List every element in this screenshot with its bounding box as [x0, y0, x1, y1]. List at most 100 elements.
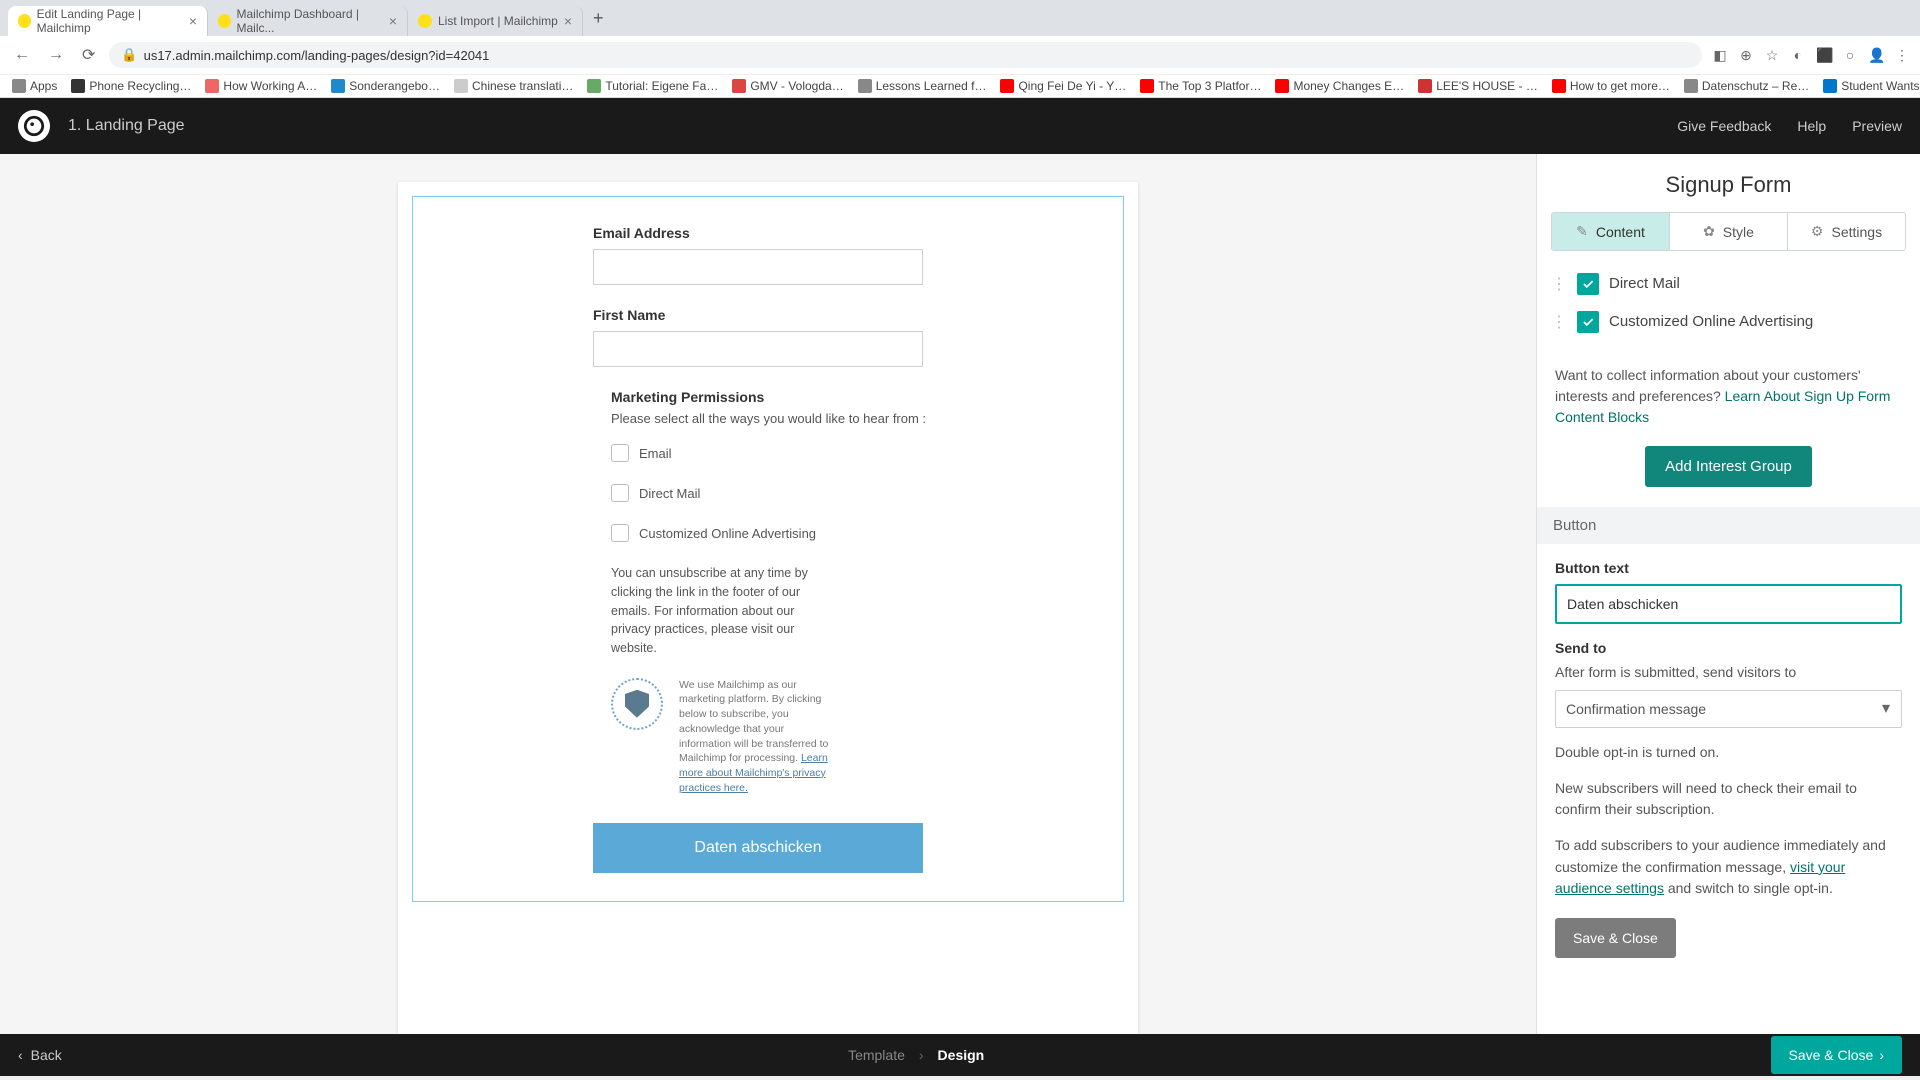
- permission-option[interactable]: Email: [611, 444, 943, 462]
- reload-icon[interactable]: ⟳: [78, 45, 99, 65]
- permissions-subtitle: Please select all the ways you would lik…: [611, 411, 943, 426]
- sidebar-tab-group: ✎ Content ✿ Style ⚙ Settings: [1551, 212, 1906, 251]
- bookmark-item[interactable]: Chinese translati…: [454, 79, 573, 93]
- brush-icon: ✿: [1703, 223, 1715, 240]
- email-input[interactable]: [593, 249, 923, 285]
- drag-handle-icon[interactable]: ⋮: [1551, 274, 1567, 294]
- step-template[interactable]: Template: [848, 1047, 905, 1063]
- star-icon[interactable]: ☆: [1764, 47, 1780, 64]
- url-text: us17.admin.mailchimp.com/landing-pages/d…: [144, 48, 490, 63]
- permission-row[interactable]: ⋮ Direct Mail: [1537, 265, 1920, 303]
- footer-bar: ‹ Back Template › Design Save & Close›: [0, 1034, 1920, 1076]
- chevron-right-icon: ›: [919, 1047, 924, 1063]
- landing-page-canvas: Email Address First Name Marketing Permi…: [398, 182, 1138, 1034]
- bookmark-item[interactable]: Datenschutz – Re…: [1684, 79, 1809, 93]
- browser-tab[interactable]: Mailchimp Dashboard | Mailc... ×: [208, 6, 408, 36]
- signup-form-block[interactable]: Email Address First Name Marketing Permi…: [412, 196, 1124, 902]
- menu-icon[interactable]: ⋮: [1894, 47, 1910, 64]
- extension-icon[interactable]: ⊕: [1738, 47, 1754, 64]
- chevron-left-icon: ‹: [18, 1047, 23, 1063]
- lock-icon: 🔒: [121, 47, 137, 63]
- opt-in-detail: New subscribers will need to check their…: [1537, 764, 1920, 821]
- email-label: Email Address: [593, 225, 943, 241]
- back-icon[interactable]: ←: [10, 46, 34, 64]
- button-text-input[interactable]: [1555, 584, 1902, 624]
- mailchimp-logo-icon[interactable]: [18, 110, 50, 142]
- extension-icons: ◧ ⊕ ☆ ◐ ⬛ ○ 👤 ⋮: [1712, 47, 1910, 64]
- bookmark-item[interactable]: Apps: [12, 79, 57, 93]
- canvas-area: Email Address First Name Marketing Permi…: [0, 154, 1536, 1034]
- permission-option[interactable]: Customized Online Advertising: [611, 524, 943, 542]
- back-button[interactable]: Back: [31, 1047, 62, 1063]
- permission-option[interactable]: Direct Mail: [611, 484, 943, 502]
- bookmark-item[interactable]: The Top 3 Platfor…: [1140, 79, 1261, 93]
- send-to-select[interactable]: Confirmation message: [1555, 690, 1902, 728]
- bookmark-item[interactable]: Qing Fei De Yi - Y…: [1000, 79, 1126, 93]
- app-header: 1. Landing Page Give Feedback Help Previ…: [0, 98, 1920, 154]
- bookmark-item[interactable]: LEE'S HOUSE - …: [1418, 79, 1538, 93]
- tab-style[interactable]: ✿ Style: [1670, 213, 1788, 250]
- save-close-button[interactable]: Save & Close›: [1771, 1036, 1903, 1074]
- close-icon[interactable]: ×: [189, 13, 197, 29]
- checkbox-icon[interactable]: [611, 444, 629, 462]
- tab-label: Edit Landing Page | Mailchimp: [37, 7, 183, 35]
- step-design[interactable]: Design: [938, 1047, 985, 1063]
- url-input[interactable]: 🔒 us17.admin.mailchimp.com/landing-pages…: [109, 42, 1702, 68]
- drag-handle-icon[interactable]: ⋮: [1551, 312, 1567, 332]
- give-feedback-link[interactable]: Give Feedback: [1677, 118, 1771, 134]
- extension-icon[interactable]: ⬛: [1816, 47, 1832, 64]
- submit-button[interactable]: Daten abschicken: [593, 823, 923, 873]
- tab-label: List Import | Mailchimp: [438, 14, 558, 28]
- send-to-label: Send to: [1555, 640, 1902, 656]
- bookmark-item[interactable]: Sonderangebo…: [331, 79, 440, 93]
- address-bar: ← → ⟳ 🔒 us17.admin.mailchimp.com/landing…: [0, 36, 1920, 74]
- pencil-icon: ✎: [1576, 223, 1588, 240]
- bookmarks-bar: Apps Phone Recycling… How Working A… Son…: [0, 74, 1920, 97]
- browser-tab[interactable]: Edit Landing Page | Mailchimp ×: [8, 6, 208, 36]
- info-text: Want to collect information about your c…: [1537, 341, 1920, 442]
- chevron-right-icon: ›: [1879, 1047, 1884, 1063]
- shield-badge-icon: [611, 678, 663, 730]
- checkbox-icon[interactable]: [611, 484, 629, 502]
- bookmark-item[interactable]: How to get more…: [1552, 79, 1670, 93]
- bookmark-item[interactable]: Student Wants an…: [1823, 79, 1920, 93]
- save-close-sidebar-button[interactable]: Save & Close: [1555, 918, 1676, 958]
- breadcrumb: 1. Landing Page: [68, 117, 185, 135]
- permissions-title: Marketing Permissions: [611, 389, 943, 405]
- checkbox-icon[interactable]: [611, 524, 629, 542]
- forward-icon[interactable]: →: [44, 46, 68, 64]
- close-icon[interactable]: ×: [564, 13, 572, 29]
- gear-icon: ⚙: [1811, 223, 1824, 240]
- help-link[interactable]: Help: [1797, 118, 1826, 134]
- disclaimer-text: We use Mailchimp as our marketing platfo…: [679, 678, 833, 796]
- browser-tab[interactable]: List Import | Mailchimp ×: [408, 6, 583, 36]
- avatar-icon[interactable]: 👤: [1868, 47, 1884, 64]
- extension-icon[interactable]: ○: [1842, 47, 1858, 64]
- mailchimp-favicon: [218, 14, 231, 28]
- checkbox-checked-icon[interactable]: [1577, 311, 1599, 333]
- sidebar-title: Signup Form: [1537, 154, 1920, 212]
- mailchimp-favicon: [418, 14, 432, 28]
- extension-icon[interactable]: ◐: [1790, 47, 1806, 64]
- bookmark-item[interactable]: Lessons Learned f…: [858, 79, 987, 93]
- bookmark-item[interactable]: How Working A…: [205, 79, 317, 93]
- bookmark-item[interactable]: GMV - Vologda…: [732, 79, 843, 93]
- tab-settings[interactable]: ⚙ Settings: [1788, 213, 1905, 250]
- permission-row[interactable]: ⋮ Customized Online Advertising: [1537, 303, 1920, 341]
- bookmark-item[interactable]: Phone Recycling…: [71, 79, 191, 93]
- close-icon[interactable]: ×: [389, 13, 397, 29]
- audience-hint: To add subscribers to your audience imme…: [1537, 821, 1920, 900]
- bookmark-item[interactable]: Money Changes E…: [1275, 79, 1404, 93]
- bookmark-item[interactable]: Tutorial: Eigene Fa…: [587, 79, 718, 93]
- send-to-sub: After form is submitted, send visitors t…: [1555, 664, 1902, 680]
- new-tab-button[interactable]: +: [583, 8, 614, 29]
- browser-tab-bar: Edit Landing Page | Mailchimp × Mailchim…: [0, 0, 1920, 36]
- firstname-input[interactable]: [593, 331, 923, 367]
- extension-icon[interactable]: ◧: [1712, 47, 1728, 64]
- checkbox-checked-icon[interactable]: [1577, 273, 1599, 295]
- opt-in-status: Double opt-in is turned on.: [1537, 728, 1920, 764]
- add-interest-group-button[interactable]: Add Interest Group: [1645, 446, 1812, 487]
- tab-label: Mailchimp Dashboard | Mailc...: [237, 7, 383, 35]
- preview-link[interactable]: Preview: [1852, 118, 1902, 134]
- tab-content[interactable]: ✎ Content: [1552, 213, 1670, 250]
